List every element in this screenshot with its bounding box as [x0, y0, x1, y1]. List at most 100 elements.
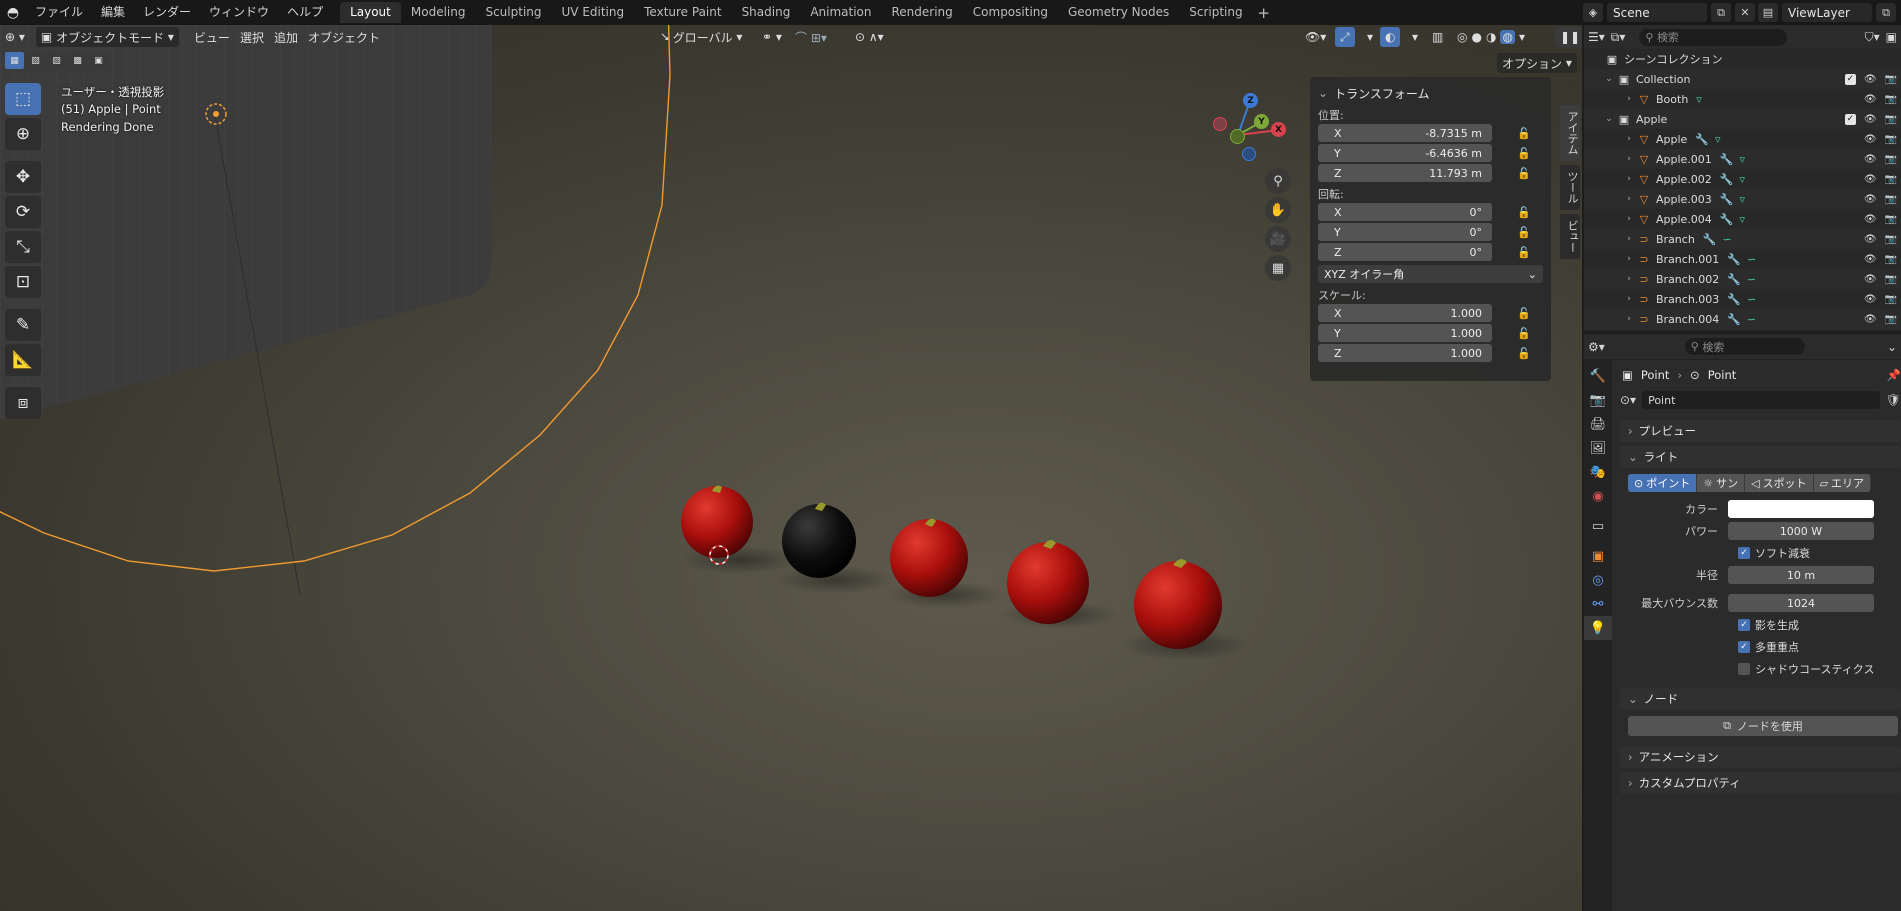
scale-y-field[interactable]: Y 1.000	[1318, 324, 1492, 342]
tab-view[interactable]: ビュー	[1560, 214, 1580, 259]
chevron-down-icon[interactable]: ⌄	[1602, 114, 1616, 124]
menu-add[interactable]: 追加	[269, 27, 303, 47]
tab-modeling[interactable]: Modeling	[401, 2, 476, 23]
lock-icon[interactable]: 🔓	[1512, 226, 1536, 239]
cursor-tool-icon[interactable]: ⊕	[5, 118, 41, 150]
overlay-toggle-icon[interactable]: ◐	[1380, 27, 1401, 47]
cast-shadow-checkbox[interactable]: ✓ 影を生成	[1738, 617, 1799, 633]
max-bounces-field[interactable]: 1024	[1728, 594, 1874, 612]
perspective-toggle-icon[interactable]: ▦	[1265, 255, 1291, 281]
wrench-icon[interactable]: 🔧	[1727, 313, 1741, 326]
wrench-icon[interactable]: 🔧	[1703, 233, 1717, 246]
rotation-y-field[interactable]: Y 0°	[1318, 223, 1492, 241]
render-tab-icon[interactable]: 📷	[1584, 388, 1612, 412]
tree-row-branch[interactable]: › ⊃ Branch 🔧 ∽ 👁 📷	[1584, 229, 1901, 249]
eye-icon[interactable]: 👁	[1864, 294, 1877, 305]
properties-search-input[interactable]: ⚲ 検索	[1684, 338, 1805, 355]
chevron-right-icon[interactable]: ›	[1622, 194, 1636, 204]
lock-icon[interactable]: 🔓	[1512, 206, 1536, 219]
properties-editor-icon[interactable]: ⚙▾	[1588, 340, 1605, 354]
use-nodes-button[interactable]: ⧉ ノードを使用	[1628, 716, 1898, 736]
tab-layout[interactable]: Layout	[340, 2, 401, 23]
proportional-edit-icon[interactable]: ⊙ ∧▾	[850, 27, 889, 47]
tree-row-apple-002[interactable]: › ▽ Apple.002 🔧 ▿ 👁 📷	[1584, 169, 1901, 189]
view-layer-icon[interactable]: ▤	[1758, 3, 1778, 22]
menu-help[interactable]: ヘルプ	[278, 0, 332, 25]
chevron-right-icon[interactable]: ›	[1622, 314, 1636, 324]
delete-scene-icon[interactable]: ✕	[1735, 3, 1755, 22]
mesh-data-icon[interactable]: ▿	[1715, 133, 1721, 146]
camera-icon[interactable]: 📷	[1885, 314, 1897, 325]
camera-icon[interactable]: 📷	[1885, 94, 1897, 105]
tab-compositing[interactable]: Compositing	[963, 2, 1058, 23]
select-new-icon[interactable]: ▦	[5, 52, 24, 69]
curve-data-icon[interactable]: ∽	[1747, 293, 1756, 306]
mode-dropdown[interactable]: ▣ オブジェクトモード ▾	[35, 27, 179, 47]
camera-icon[interactable]: 📷	[1885, 174, 1897, 185]
eye-icon[interactable]: 👁	[1864, 154, 1877, 165]
tab-shading[interactable]: Shading	[732, 2, 801, 23]
gizmo-toggle-icon[interactable]: ⤢	[1335, 27, 1355, 47]
wrench-icon[interactable]: 🔧	[1727, 253, 1741, 266]
add-cube-tool-icon[interactable]: ⧈	[5, 387, 41, 419]
light-name-field[interactable]: Point	[1642, 391, 1880, 409]
view-layer-field[interactable]: ViewLayer	[1782, 3, 1872, 22]
curve-data-icon[interactable]: ∽	[1723, 233, 1732, 246]
annotate-tool-icon[interactable]: ✎	[5, 309, 41, 341]
wrench-icon[interactable]: 🔧	[1695, 133, 1709, 146]
eye-icon[interactable]: 👁	[1864, 214, 1877, 225]
light-type-sun[interactable]: ☼ サン	[1697, 474, 1746, 492]
tree-row-branch-004[interactable]: › ⊃ Branch.004 🔧 ∽ 👁 📷	[1584, 309, 1901, 329]
eye-icon[interactable]: 👁	[1864, 194, 1877, 205]
eye-icon[interactable]: 👁	[1864, 274, 1877, 285]
navigation-gizmo[interactable]: Z X Y	[1210, 85, 1310, 175]
eye-icon[interactable]: 👁	[1864, 234, 1877, 245]
chevron-right-icon[interactable]: ›	[1622, 254, 1636, 264]
tab-animation[interactable]: Animation	[800, 2, 881, 23]
shadow-caustics-checkbox[interactable]: シャドウコースティクス	[1738, 661, 1874, 677]
eye-icon[interactable]: 👁	[1864, 254, 1877, 265]
tab-item[interactable]: アイテム	[1560, 105, 1580, 161]
menu-object[interactable]: オブジェクト	[303, 27, 385, 47]
tab-texture-paint[interactable]: Texture Paint	[634, 2, 731, 23]
scene-name-field[interactable]: Scene	[1607, 3, 1707, 22]
color-swatch[interactable]	[1728, 500, 1874, 518]
pin-icon[interactable]: 📌	[1887, 368, 1901, 382]
select-difference-icon[interactable]: ▩	[68, 52, 87, 69]
mesh-data-icon[interactable]: ▿	[1740, 153, 1746, 166]
radius-field[interactable]: 10 m	[1728, 566, 1874, 584]
light-data-tab-icon[interactable]: 💡	[1584, 616, 1612, 640]
snap-icon[interactable]: ⌒ ⊞▾	[790, 27, 832, 47]
chevron-right-icon[interactable]: ›	[1622, 154, 1636, 164]
multiple-importance-checkbox[interactable]: ✓ 多重重点	[1738, 639, 1799, 655]
camera-icon[interactable]: 📷	[1885, 254, 1897, 265]
menu-render[interactable]: レンダー	[134, 0, 200, 25]
chevron-right-icon[interactable]: ›	[1622, 174, 1636, 184]
chevron-right-icon[interactable]: ›	[1622, 134, 1636, 144]
mesh-data-icon[interactable]: ▿	[1740, 213, 1746, 226]
object-tab-icon[interactable]: ▣	[1584, 544, 1612, 568]
rotation-mode-dropdown[interactable]: XYZ オイラー角 ⌄	[1318, 265, 1543, 283]
lock-icon[interactable]: 🔓	[1512, 127, 1536, 140]
chevron-right-icon[interactable]: ›	[1622, 234, 1636, 244]
zoom-icon[interactable]: ⚲	[1265, 168, 1291, 194]
overlay-dropdown-icon[interactable]: ▾	[1407, 27, 1423, 47]
new-scene-icon[interactable]: ⧉	[1711, 3, 1731, 22]
tree-row-branch-002[interactable]: › ⊃ Branch.002 🔧 ∽ 👁 📷	[1584, 269, 1901, 289]
light-type-point[interactable]: ⊙ ポイント	[1628, 474, 1698, 492]
tree-row-booth[interactable]: › ▽ Booth ▿ 👁 📷	[1584, 89, 1901, 109]
tree-row-branch-003[interactable]: › ⊃ Branch.003 🔧 ∽ 👁 📷	[1584, 289, 1901, 309]
pause-render-icon[interactable]: ❚❚	[1555, 27, 1582, 47]
panel-light-header[interactable]: ⌄ ライト	[1620, 446, 1901, 468]
chevron-down-icon[interactable]: ⌄	[1887, 340, 1897, 354]
chevron-right-icon[interactable]: ›	[1622, 94, 1636, 104]
mesh-data-icon[interactable]: ▿	[1696, 93, 1702, 106]
material-shading-icon[interactable]: ◑	[1486, 30, 1496, 44]
eye-icon[interactable]: 👁	[1864, 174, 1877, 185]
tree-row-apple-collection[interactable]: ⌄ ▣ Apple ✓ 👁 📷	[1584, 109, 1901, 129]
tree-row-collection[interactable]: ⌄ ▣ Collection ✓ 👁 📷	[1584, 69, 1901, 89]
solid-shading-icon[interactable]: ●	[1471, 30, 1481, 44]
location-z-field[interactable]: Z 11.793 m	[1318, 164, 1492, 182]
camera-view-icon[interactable]: 🎥	[1265, 226, 1291, 252]
wrench-icon[interactable]: 🔧	[1727, 293, 1741, 306]
